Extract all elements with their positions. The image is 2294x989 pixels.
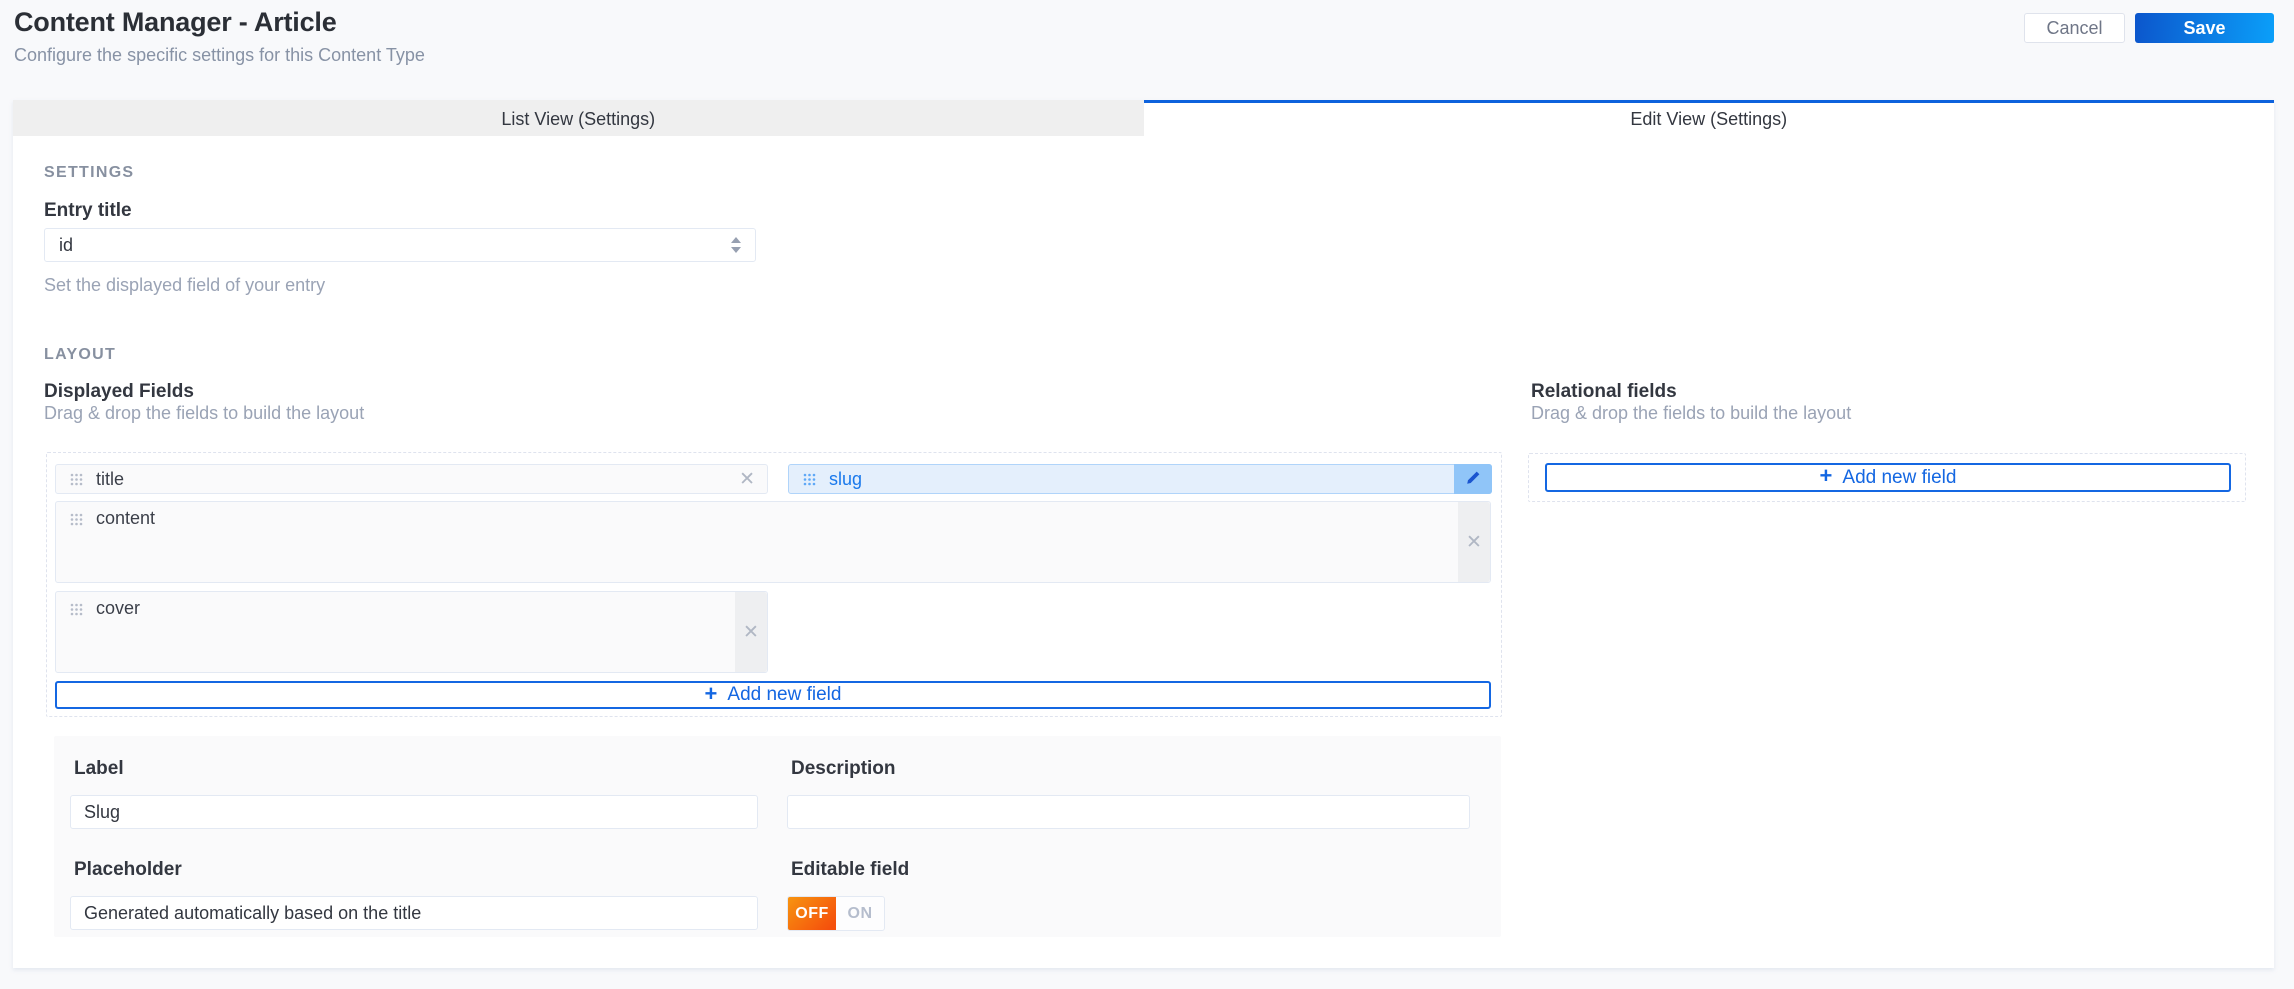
field-item-slug-selected[interactable]: slug [788,464,1492,494]
drag-handle-icon[interactable] [70,603,83,616]
remove-field-icon[interactable]: ✕ [1466,533,1482,552]
relational-fields-subtitle: Drag & drop the fields to build the layo… [1531,403,1852,423]
stepper-down-icon [731,247,741,253]
tab-edit-view-settings[interactable]: Edit View (Settings) [1143,100,2274,136]
add-displayed-field-button[interactable]: + Add new field [55,681,1491,709]
relational-fields-title: Relational fields [1531,381,1677,402]
label-field-label: Label [74,758,124,779]
view-tabs: List View (Settings) Edit View (Settings… [13,100,2274,136]
settings-section-title: SETTINGS [44,164,135,181]
label-field-group: Label [70,758,758,829]
tab-list-view-settings[interactable]: List View (Settings) [13,100,1144,136]
field-item-content[interactable]: content ✕ [55,501,1491,583]
placeholder-field-group: Placeholder [70,859,758,931]
stepper-up-icon [731,237,741,243]
cancel-button[interactable]: Cancel [2024,13,2125,43]
drag-handle-icon[interactable] [70,513,83,526]
placeholder-field-label: Placeholder [74,859,182,880]
editable-field-toggle[interactable]: OFF ON [787,896,885,931]
description-field-group: Description [787,758,1470,829]
tab-edit-view-label: Edit View (Settings) [1630,109,1788,129]
field-edit-panel: Label Description Placeholder Editable f… [54,736,1501,937]
select-stepper-icon [731,237,741,253]
remove-field-icon[interactable]: ✕ [743,623,759,642]
remove-field-strip: ✕ [1458,502,1490,582]
drag-handle-icon[interactable] [803,473,816,486]
plus-icon: + [1819,463,1833,488]
displayed-fields-title: Displayed Fields [44,381,194,402]
toggle-on-button[interactable]: ON [836,897,884,930]
layout-section-title: LAYOUT [44,346,117,363]
toggle-off-button[interactable]: OFF [788,897,836,930]
page-header: Content Manager - Article Configure the … [14,0,2274,66]
entry-title-label: Entry title [44,200,132,221]
entry-title-selected-value: id [59,234,74,255]
field-label: cover [96,598,141,618]
description-field-label: Description [791,758,896,779]
header-actions: Cancel Save [2024,0,2274,43]
plus-icon: + [704,680,718,706]
field-item-cover[interactable]: cover ✕ [55,591,768,673]
header-titles: Content Manager - Article Configure the … [14,0,425,66]
placeholder-input[interactable] [70,896,758,930]
drag-handle-icon[interactable] [70,473,83,486]
remove-field-strip: ✕ [735,592,767,672]
page-subtitle: Configure the specific settings for this… [14,45,425,65]
displayed-fields-subtitle: Drag & drop the fields to build the layo… [44,403,365,423]
field-label: slug [829,468,863,489]
add-field-label: Add new field [727,684,842,705]
label-input[interactable] [70,795,758,829]
add-field-label: Add new field [1842,466,1957,488]
field-label: content [96,508,156,528]
editable-field-label: Editable field [791,859,910,880]
field-row: title ✕ slug [55,464,1493,494]
page-title: Content Manager - Article [14,7,337,37]
edit-field-button[interactable] [1454,464,1492,494]
field-label: title [96,468,125,489]
displayed-fields-dropzone: title ✕ slug content ✕ cover ✕ + Add new… [46,452,1502,717]
remove-field-icon[interactable]: ✕ [739,470,755,489]
entry-title-select[interactable]: id [44,228,756,262]
add-relational-field-button[interactable]: + Add new field [1545,463,2231,492]
save-button[interactable]: Save [2135,13,2274,43]
relational-fields-dropzone: + Add new field [1528,453,2246,502]
settings-card: List View (Settings) Edit View (Settings… [13,100,2274,968]
field-item-title[interactable]: title ✕ [55,464,768,494]
editable-field-group: Editable field OFF ON [787,859,1470,931]
description-input[interactable] [787,795,1470,829]
pencil-icon [1465,470,1481,489]
tab-list-view-label: List View (Settings) [501,109,656,129]
entry-title-help-text: Set the displayed field of your entry [44,275,326,295]
